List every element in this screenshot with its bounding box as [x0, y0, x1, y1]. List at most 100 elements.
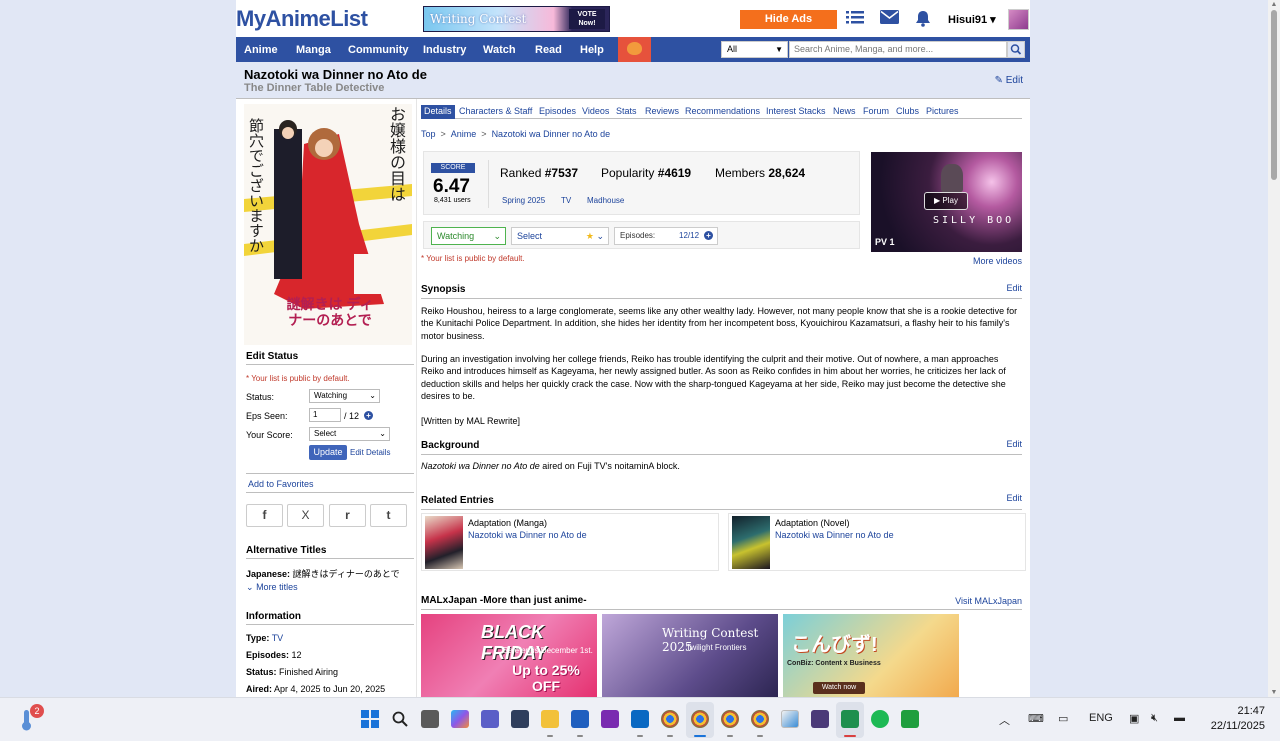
background-edit-link[interactable]: Edit: [1006, 439, 1022, 449]
more-videos-link[interactable]: More videos: [973, 256, 1022, 266]
anime-poster[interactable]: お嬢様の目は 節穴でございますか 謎解きは ディナーのあとで: [244, 104, 412, 345]
conbiz-card[interactable]: こんびず! ConBiz: Content x Business Watch n…: [783, 614, 959, 697]
network-icon[interactable]: ▣: [1129, 712, 1139, 725]
synopsis-edit-link[interactable]: Edit: [1006, 283, 1022, 293]
facebook-share-button[interactable]: f: [246, 504, 283, 527]
teams-icon[interactable]: [481, 710, 499, 728]
keyboard-icon[interactable]: ⌨: [1028, 712, 1044, 725]
popularity-stat[interactable]: Popularity #4619: [601, 166, 691, 180]
chrome-icon[interactable]: [721, 710, 739, 728]
related-link[interactable]: Nazotoki wa Dinner no Ato de: [775, 530, 894, 540]
related-entry[interactable]: Adaptation (Manga) Nazotoki wa Dinner no…: [421, 513, 719, 571]
card-cta[interactable]: Watch now: [813, 682, 865, 694]
file-explorer-icon[interactable]: [541, 710, 559, 728]
writing-contest-banner[interactable]: Writing Contest VOTE Now!: [423, 6, 610, 32]
bell-icon[interactable]: [915, 10, 931, 32]
black-friday-card[interactable]: BLACK FRIDAY Sale ends December 1st. Up …: [421, 614, 597, 697]
tab-interest-stacks[interactable]: Interest Stacks: [763, 105, 829, 119]
tab-recommendations[interactable]: Recommendations: [682, 105, 763, 119]
list-icon[interactable]: [846, 10, 864, 30]
nav-industry[interactable]: Industry: [423, 44, 466, 56]
onenote-icon[interactable]: [601, 710, 619, 728]
scroll-up-icon[interactable]: ▲: [1270, 1, 1278, 8]
language-indicator[interactable]: ENG: [1089, 712, 1113, 724]
hide-ads-button[interactable]: Hide Ads: [740, 10, 837, 29]
list-score-select[interactable]: Select ★ ⌄: [511, 227, 609, 245]
search-icon[interactable]: [391, 710, 409, 728]
chrome-icon[interactable]: [661, 710, 679, 728]
photos-icon[interactable]: [781, 710, 799, 728]
spotify-icon[interactable]: [871, 710, 889, 728]
status-select[interactable]: Watching ⌄: [309, 389, 380, 403]
promo-video-thumbnail[interactable]: ▶ Play SILLY BOO PV 1: [871, 152, 1022, 252]
type-link[interactable]: TV: [561, 196, 571, 205]
start-icon[interactable]: [361, 710, 379, 728]
tab-news[interactable]: News: [830, 105, 859, 119]
edit-title-link[interactable]: ✎ Edit: [995, 75, 1023, 86]
sheets-app-icon[interactable]: [841, 710, 859, 728]
calculator-icon[interactable]: [511, 710, 529, 728]
nav-manga[interactable]: Manga: [296, 44, 331, 56]
search-scope-select[interactable]: All ▼: [721, 41, 788, 58]
season-link[interactable]: Spring 2025: [502, 196, 545, 205]
avatar[interactable]: [1008, 9, 1029, 30]
related-thumbnail[interactable]: [732, 516, 770, 569]
list-status-select[interactable]: Watching ⌄: [431, 227, 506, 245]
tab-clubs[interactable]: Clubs: [893, 105, 922, 119]
breadcrumb-anime[interactable]: Anime: [451, 129, 477, 139]
scrollbar-thumb[interactable]: [1271, 10, 1277, 180]
list-episodes-field[interactable]: Episodes: 12/12 +: [614, 227, 718, 245]
writing-contest-card[interactable]: Writing Contest 2025 Twilight Frontiers: [602, 614, 778, 697]
tab-videos[interactable]: Videos: [579, 105, 612, 119]
score-select[interactable]: Select ⌄: [309, 427, 390, 441]
search-button[interactable]: [1007, 41, 1025, 58]
tab-characters-staff[interactable]: Characters & Staff: [456, 105, 535, 119]
battery-icon[interactable]: ▬: [1174, 712, 1185, 724]
tumblr-share-button[interactable]: t: [370, 504, 407, 527]
reddit-share-button[interactable]: r: [329, 504, 366, 527]
system-clock[interactable]: 21:47 22/11/2025: [1211, 704, 1265, 734]
related-edit-link[interactable]: Edit: [1006, 493, 1022, 503]
eps-seen-input[interactable]: 1: [309, 408, 341, 422]
tab-pictures[interactable]: Pictures: [923, 105, 962, 119]
task-view-icon[interactable]: [421, 710, 439, 728]
update-button[interactable]: Update: [309, 445, 347, 460]
studio-link[interactable]: Madhouse: [587, 196, 624, 205]
related-link[interactable]: Nazotoki wa Dinner no Ato de: [468, 530, 587, 540]
volume-muted-icon[interactable]: 🔇︎: [1151, 712, 1158, 725]
nav-watch[interactable]: Watch: [483, 44, 516, 56]
copilot-icon[interactable]: [451, 710, 469, 728]
app-icon[interactable]: [901, 710, 919, 728]
chevron-up-icon[interactable]: ︿: [999, 712, 1010, 728]
nav-read[interactable]: Read: [535, 44, 562, 56]
info-type-link[interactable]: TV: [272, 633, 284, 643]
x-share-button[interactable]: X: [287, 504, 324, 527]
nav-anime[interactable]: Anime: [244, 44, 278, 56]
mail-icon[interactable]: [880, 10, 899, 29]
nav-help[interactable]: Help: [580, 44, 604, 56]
tab-episodes[interactable]: Episodes: [536, 105, 579, 119]
play-button[interactable]: ▶ Play: [924, 192, 968, 210]
username-menu[interactable]: Hisui91 ▾: [948, 13, 996, 26]
chrome-icon[interactable]: [691, 710, 709, 728]
edit-details-link[interactable]: Edit Details: [350, 448, 390, 457]
related-entry[interactable]: Adaptation (Novel) Nazotoki wa Dinner no…: [728, 513, 1026, 571]
mal-logo[interactable]: MyAnimeList: [236, 6, 368, 32]
scroll-down-icon[interactable]: ▼: [1270, 689, 1278, 696]
word-icon[interactable]: [571, 710, 589, 728]
tab-details[interactable]: Details: [421, 105, 455, 119]
nav-community[interactable]: Community: [348, 44, 409, 56]
visit-maljapan-link[interactable]: Visit MALxJapan: [955, 596, 1022, 606]
ranked-stat[interactable]: Ranked #7537: [500, 166, 578, 180]
more-titles-link[interactable]: ⌄ More titles: [246, 582, 298, 593]
jw-library-icon[interactable]: [811, 710, 829, 728]
breadcrumb-current[interactable]: Nazotoki wa Dinner no Ato de: [492, 129, 611, 139]
tab-forum[interactable]: Forum: [860, 105, 892, 119]
tablet-icon[interactable]: ▭: [1058, 712, 1068, 725]
increment-episode-icon[interactable]: +: [704, 231, 713, 240]
add-to-favorites-link[interactable]: Add to Favorites: [248, 479, 314, 489]
chrome-icon[interactable]: [751, 710, 769, 728]
page-scrollbar[interactable]: ▲ ▼: [1268, 0, 1280, 697]
related-thumbnail[interactable]: [425, 516, 463, 569]
tab-reviews[interactable]: Reviews: [642, 105, 682, 119]
